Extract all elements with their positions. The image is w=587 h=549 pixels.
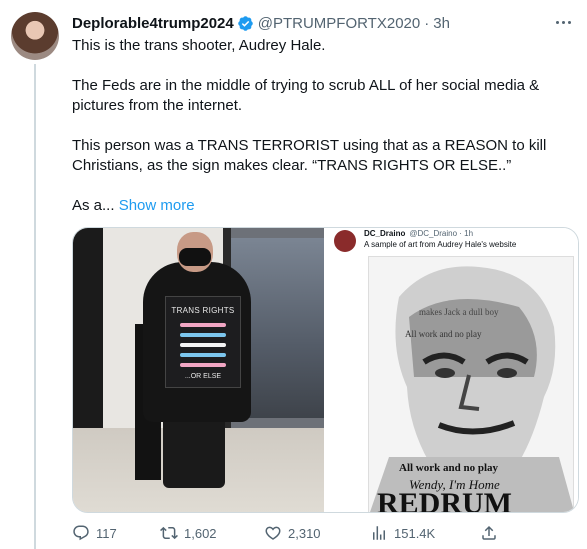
retweet-count: 1,602 (184, 525, 217, 541)
art-text-mid2: All work and no play (399, 462, 499, 474)
heart-icon (265, 526, 281, 540)
tweet-actions: 117 1,602 2,310 151.4K (72, 524, 579, 546)
art-text-mid: All work and no play (405, 329, 482, 339)
word-art-portrait: makes Jack a dull boy All work and no pl… (368, 256, 574, 512)
tweet-media[interactable]: TRANS RIGHTS ...OR ELSE DC_Draino @DC_Dra… (72, 227, 579, 513)
author-handle[interactable]: @PTRUMPFORTX2020 (258, 15, 421, 32)
protest-sign: TRANS RIGHTS ...OR ELSE (165, 296, 241, 388)
tweet-header: Deplorable4trump2024 @PTRUMPFORTX2020 · … (72, 13, 450, 33)
more-options-icon[interactable] (553, 12, 573, 32)
art-text-redrum: REDRUM (377, 487, 512, 512)
like-button[interactable]: 2,310 (264, 524, 321, 542)
source-avatar (334, 230, 356, 252)
views-chart-icon (373, 526, 385, 540)
share-icon (482, 525, 496, 540)
tweet-line-2: The Feds are in the middle of trying to … (72, 77, 540, 114)
retweet-icon (160, 526, 178, 540)
reply-button[interactable]: 117 (72, 524, 117, 542)
tweet-line-3: This person was a TRANS TERRORIST using … (72, 137, 547, 174)
reply-count: 117 (96, 525, 117, 541)
source-caption: A sample of art from Audrey Hale's websi… (364, 240, 517, 249)
thread-line (34, 64, 36, 549)
verified-badge-icon (237, 15, 253, 31)
retweet-button[interactable]: 1,602 (160, 524, 217, 542)
like-count: 2,310 (288, 525, 321, 541)
tweet-timestamp[interactable]: 3h (433, 15, 450, 32)
reply-icon (73, 525, 89, 541)
tweet-line-4: As a... Show more (72, 196, 572, 216)
embedded-tweet-image[interactable]: DC_Draino @DC_Draino · 1h A sample of art… (324, 228, 578, 512)
show-more-link[interactable]: Show more (119, 197, 195, 214)
display-name[interactable]: Deplorable4trump2024 (72, 15, 234, 32)
separator-dot: · (424, 14, 430, 32)
truncated-text: As a... (72, 197, 115, 214)
sign-text-top: TRANS RIGHTS (171, 306, 235, 315)
source-name: DC_Draino @DC_Draino · 1h (364, 229, 474, 238)
photo-person-with-sign[interactable]: TRANS RIGHTS ...OR ELSE (73, 228, 324, 512)
tweet-text: This is the trans shooter, Audrey Hale. … (72, 36, 572, 216)
views-count: 151.4K (394, 525, 436, 541)
share-button[interactable] (480, 524, 498, 542)
tweet-line-1: This is the trans shooter, Audrey Hale. (72, 37, 326, 54)
art-text-top: makes Jack a dull boy (419, 307, 499, 317)
author-avatar[interactable] (11, 12, 59, 60)
sign-text-bottom: ...OR ELSE (184, 373, 222, 380)
views-button[interactable]: 151.4K (370, 524, 435, 542)
